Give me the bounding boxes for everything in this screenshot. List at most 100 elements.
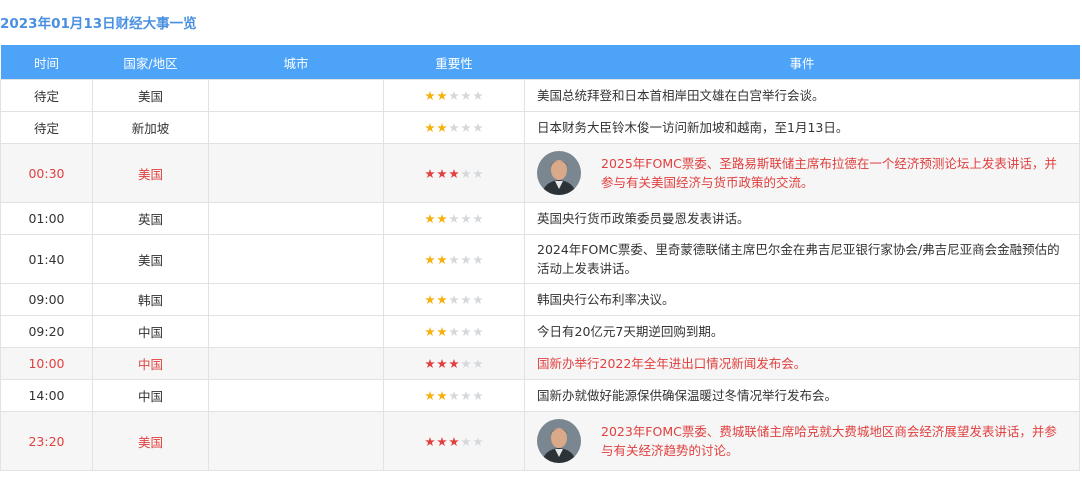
star-icon: ★: [436, 120, 448, 135]
cell-city: [208, 315, 384, 348]
cell-city: [208, 79, 384, 112]
importance-rating: ★★★★★: [383, 234, 525, 284]
event-text: 美国总统拜登和日本首相岸田文雄在白宫举行会谈。: [537, 88, 825, 103]
cell-time: 01:00: [0, 202, 93, 235]
table-row: 23:20 美国 ★★★★★ 2023年FOMC票委、费城联储主席哈克就大费城地区商会…: [0, 411, 1080, 471]
cell-event: 日本财务大臣铃木俊一访问新加坡和越南，至1月13日。: [524, 111, 1080, 144]
event-text: 2025年FOMC票委、圣路易斯联储主席布拉德在一个经济预测论坛上发表讲话，并参…: [601, 156, 1057, 190]
importance-rating: ★★★★★: [383, 283, 525, 316]
star-icon: ★: [424, 211, 436, 226]
cell-city: [208, 234, 384, 284]
table-row: 10:00 中国 ★★★★★ 国新办举行2022年全年进出口情况新闻发布会。: [0, 347, 1080, 380]
table-row: 01:00 英国 ★★★★★ 英国央行货币政策委员曼恩发表讲话。: [0, 202, 1080, 235]
table-row: 待定 新加坡 ★★★★★ 日本财务大臣铃木俊一访问新加坡和越南，至1月13日。: [0, 111, 1080, 144]
cell-country: 英国: [92, 202, 209, 235]
star-icon: ★: [460, 292, 472, 307]
cell-country: 韩国: [92, 283, 209, 316]
cell-country: 美国: [92, 234, 209, 284]
cell-event: 2024年FOMC票委、里奇蒙德联储主席巴尔金在弗吉尼亚银行家协会/弗吉尼亚商会…: [524, 234, 1080, 284]
page-title: 2023年01月13日财经大事一览: [0, 16, 197, 32]
cell-city: [208, 143, 384, 203]
cell-time: 23:20: [0, 411, 93, 471]
star-icon: ★: [460, 433, 472, 449]
cell-city: [208, 347, 384, 380]
star-icon: ★: [436, 88, 448, 103]
importance-rating: ★★★★★: [383, 347, 525, 380]
star-icon: ★: [424, 165, 436, 181]
cell-event: 英国央行货币政策委员曼恩发表讲话。: [524, 202, 1080, 235]
importance-rating: ★★★★★: [383, 379, 525, 412]
star-icon: ★: [460, 88, 472, 103]
cell-country: 美国: [92, 79, 209, 112]
cell-country: 中国: [92, 315, 209, 348]
star-icon: ★: [448, 211, 460, 226]
star-icon: ★: [472, 88, 484, 103]
event-text: 日本财务大臣铃木俊一访问新加坡和越南，至1月13日。: [537, 120, 849, 135]
star-icon: ★: [460, 120, 472, 135]
importance-rating: ★★★★★: [383, 111, 525, 144]
star-icon: ★: [472, 211, 484, 226]
table-row: 待定 美国 ★★★★★ 美国总统拜登和日本首相岸田文雄在白宫举行会谈。: [0, 79, 1080, 112]
header-country: 国家/地区: [92, 45, 209, 80]
star-icon: ★: [424, 251, 436, 267]
star-icon: ★: [460, 251, 472, 267]
star-icon: ★: [436, 356, 448, 371]
star-icon: ★: [436, 292, 448, 307]
star-icon: ★: [448, 433, 460, 449]
cell-country: 美国: [92, 143, 209, 203]
star-icon: ★: [436, 211, 448, 226]
importance-rating: ★★★★★: [383, 79, 525, 112]
star-icon: ★: [472, 165, 484, 181]
cell-event: 美国总统拜登和日本首相岸田文雄在白宫举行会谈。: [524, 79, 1080, 112]
event-text: 2024年FOMC票委、里奇蒙德联储主席巴尔金在弗吉尼亚银行家协会/弗吉尼亚商会…: [537, 242, 1060, 276]
star-icon: ★: [436, 388, 448, 403]
star-icon: ★: [472, 292, 484, 307]
table-row: 00:30 美国 ★★★★★ 2025年FOMC票委、圣路易斯联储主席布拉德在一个经济…: [0, 143, 1080, 203]
cell-city: [208, 411, 384, 471]
table-row: 09:00 韩国 ★★★★★ 韩国央行公布利率决议。: [0, 283, 1080, 316]
cell-time: 待定: [0, 79, 93, 112]
cell-time: 01:40: [0, 234, 93, 284]
star-icon: ★: [436, 251, 448, 267]
header-event: 事件: [524, 45, 1080, 80]
star-icon: ★: [448, 324, 460, 339]
importance-rating: ★★★★★: [383, 202, 525, 235]
cell-city: [208, 283, 384, 316]
star-icon: ★: [472, 324, 484, 339]
importance-rating: ★★★★★: [383, 315, 525, 348]
star-icon: ★: [424, 292, 436, 307]
star-icon: ★: [460, 324, 472, 339]
star-icon: ★: [448, 388, 460, 403]
star-icon: ★: [472, 433, 484, 449]
star-icon: ★: [460, 388, 472, 403]
header-importance: 重要性: [383, 45, 525, 80]
cell-time: 待定: [0, 111, 93, 144]
events-table: 时间 国家/地区 城市 重要性 事件 待定 美国 ★★★★★ 美国总统拜登和日本首相岸…: [0, 45, 1080, 471]
star-icon: ★: [472, 120, 484, 135]
cell-time: 09:20: [0, 315, 93, 348]
header-time: 时间: [0, 45, 93, 80]
cell-event: 2023年FOMC票委、费城联储主席哈克就大费城地区商会经济展望发表讲话，并参与…: [524, 411, 1080, 471]
star-icon: ★: [424, 356, 436, 371]
event-text: 国新办就做好能源保供确保温暖过冬情况举行发布会。: [537, 388, 838, 403]
event-text: 英国央行货币政策委员曼恩发表讲话。: [537, 211, 750, 226]
event-text: 今日有20亿元7天期逆回购到期。: [537, 324, 724, 339]
star-icon: ★: [448, 165, 460, 181]
star-icon: ★: [448, 251, 460, 267]
cell-event: 国新办举行2022年全年进出口情况新闻发布会。: [524, 347, 1080, 380]
cell-event: 韩国央行公布利率决议。: [524, 283, 1080, 316]
event-text: 2023年FOMC票委、费城联储主席哈克就大费城地区商会经济展望发表讲话，并参与…: [601, 424, 1057, 458]
star-icon: ★: [472, 356, 484, 371]
table-header: 时间 国家/地区 城市 重要性 事件: [0, 45, 1080, 80]
star-icon: ★: [424, 120, 436, 135]
cell-country: 新加坡: [92, 111, 209, 144]
cell-event: 国新办就做好能源保供确保温暖过冬情况举行发布会。: [524, 379, 1080, 412]
star-icon: ★: [424, 433, 436, 449]
table-row: 09:20 中国 ★★★★★ 今日有20亿元7天期逆回购到期。: [0, 315, 1080, 348]
star-icon: ★: [424, 388, 436, 403]
star-icon: ★: [460, 165, 472, 181]
cell-event: 2025年FOMC票委、圣路易斯联储主席布拉德在一个经济预测论坛上发表讲话，并参…: [524, 143, 1080, 203]
speaker-avatar: [537, 419, 581, 463]
star-icon: ★: [460, 211, 472, 226]
cell-country: 中国: [92, 347, 209, 380]
